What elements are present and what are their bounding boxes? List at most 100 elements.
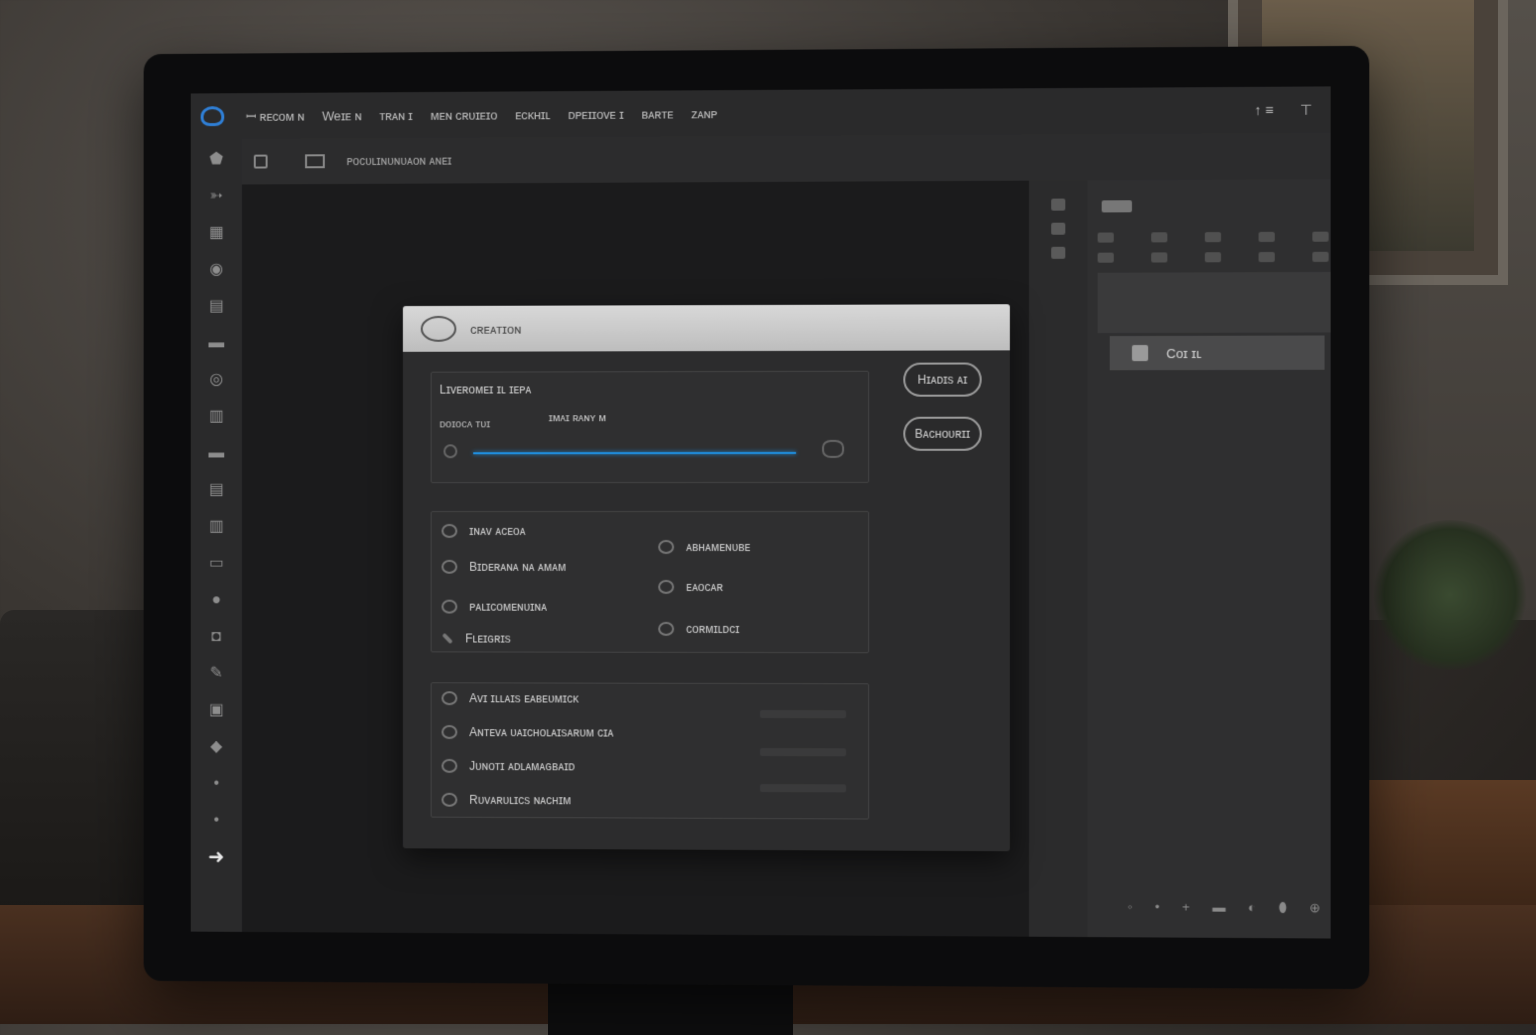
settings-group: Lɪᴠᴇʀᴏᴍᴇɪ ɪʟ ɪᴇᴘᴀ ᴅᴏɪᴏᴄᴀ ᴛᴜɪ ɪᴍᴀɪ ʀᴀɴʏ ᴍ [430,370,870,484]
menu-item-3[interactable]: ᴛʀᴀɴ ɪ [379,108,412,123]
layer-thumbnail [1131,345,1149,362]
panel-preview-area [1097,271,1331,334]
slider[interactable] [473,451,797,455]
layer-row[interactable]: Cᴏɪ ɪʟ [1109,335,1325,371]
panel-icon-strip [1029,180,1088,938]
option-item[interactable]: ᴄᴏʀᴍɪʟᴅᴄɪ [658,621,739,636]
app-logo-icon[interactable] [200,106,225,127]
option-icon [441,632,454,645]
cancel-button[interactable]: Bᴀᴄʜᴏᴜʀɪɪ [903,416,982,451]
option-item[interactable]: Aᴠɪ ɪʟʟᴀɪs ᴇᴀʙᴇᴜᴍɪᴄᴋ [441,691,579,706]
option-item[interactable]: Jᴜɴᴏᴛɪ ᴀᴅʟᴀᴍᴀɢʙᴀɪᴅ [441,758,575,773]
option-item[interactable]: Rᴜᴠᴀʀᴜʟɪᴄs ɴᴀᴄʜɪᴍ [441,792,571,807]
frame-tool-icon[interactable]: ▭ [206,555,228,573]
folder-icon[interactable]: ⬮ [1278,900,1286,916]
option-icon [441,559,458,574]
camera-tool-icon[interactable]: ◘ [206,628,228,646]
dot-tool-icon[interactable]: • [206,775,228,793]
panel-icon-2[interactable] [1051,222,1066,235]
option-label: Fʟᴇɪɢʀɪs [465,631,511,646]
swatch[interactable] [1204,232,1222,243]
select-tool-icon[interactable]: ▦ [206,224,228,242]
menu-item-2[interactable]: Weɪᴇ ɴ [322,108,361,123]
lasso-tool-icon[interactable]: ➳ [206,188,228,206]
option-item[interactable]: Aɴᴛᴇᴠᴀ ᴜᴀɪᴄʜᴏʟᴀɪsᴀʀᴜᴍ ᴄɪᴀ [441,725,614,740]
spot-tool-icon[interactable]: ◉ [206,261,228,279]
options-bar: ᴘᴏᴄᴜʟɪɴᴜɴᴜᴀᴏɴ ᴀɴᴇɪ [240,132,1331,185]
swatch[interactable] [1312,231,1329,242]
option-icon [658,621,675,636]
layers-panel: Cᴏɪ ɪʟ ◦ • + ▬ ◐ ⬮ ⊕ [1087,179,1331,939]
layer-name: Cᴏɪ ɪʟ [1166,345,1202,361]
menu-item-7[interactable]: ʙᴀʀᴛᴇ [642,106,674,121]
option-item[interactable]: ᴘᴀʟɪᴄᴏᴍᴇɴᴜɪɴᴀ [441,599,547,614]
option-item[interactable]: ᴇᴀᴏᴄᴀʀ [658,579,723,594]
option-icon [658,579,675,594]
new-layer-icon[interactable]: ⊕ [1309,900,1320,916]
grid-tool-icon[interactable]: ▥ [206,518,228,536]
link-icon[interactable]: ◦ [1128,899,1133,915]
options-bar-text: ᴘᴏᴄᴜʟɪɴᴜɴᴜᴀᴏɴ ᴀɴᴇɪ [346,153,452,169]
drop-tool-icon[interactable]: ◆ [206,738,228,756]
field-value[interactable]: ɪᴍᴀɪ ʀᴀɴʏ ᴍ [549,412,606,424]
panel-icon-3[interactable] [1051,246,1066,259]
dialog-app-icon [420,315,457,342]
panel-icon-1[interactable] [1051,198,1066,211]
stamp-tool-icon[interactable]: ▤ [206,298,228,316]
frame-icon[interactable] [305,154,325,169]
add-icon[interactable]: + [1182,899,1190,915]
swatch[interactable] [1151,252,1168,263]
adjust-icon[interactable]: ◐ [1248,900,1256,916]
option-label: Aᴠɪ ɪʟʟᴀɪs ᴇᴀʙᴇᴜᴍɪᴄᴋ [469,691,579,706]
layers-tool-icon[interactable]: ▤ [206,481,228,499]
target-tool-icon[interactable]: ◎ [206,371,228,389]
ok-button[interactable]: Hɪᴀᴅɪs ᴀɪ [903,362,982,397]
move-tool-icon[interactable]: ⬟ [206,151,228,169]
background-chair [0,610,160,930]
window-arrange-icon[interactable]: ↑ ≡ [1254,101,1273,118]
arrow-tool-icon[interactable]: ➜ [206,846,228,868]
pen-tool-icon[interactable]: ✎ [206,665,228,683]
swatch[interactable] [1312,251,1329,262]
menu-item-4[interactable]: ᴍᴇɴ ᴄʀᴜɪᴇɪᴏ [430,107,497,122]
option-icon [441,725,458,740]
slider-min-icon [443,444,458,459]
option-icon [441,758,458,773]
menu-item-1[interactable]: ꟷ ʀᴇᴄᴏᴍ ɴ [246,107,304,125]
dialog-title-bar[interactable]: ᴄʀᴇᴀᴛɪᴏɴ [402,304,1010,352]
option-icon [441,523,458,538]
smudge-tool-icon[interactable]: ▬ [206,445,228,463]
menu-item-8[interactable]: ᴢᴀɴᴘ [691,106,717,121]
sponge-tool-icon[interactable]: ● [206,591,228,609]
menu-item-5[interactable]: ᴇᴄᴋʜɪʟ [515,107,550,122]
menu-item-6[interactable]: ᴅᴘᴇɪɪᴏᴠᴇ ɪ [568,106,624,121]
slider-max-icon [822,439,845,458]
options-group-2: Aᴠɪ ɪʟʟᴀɪs ᴇᴀʙᴇᴜᴍɪᴄᴋ Aɴᴛᴇᴠᴀ ᴜᴀɪᴄʜᴏʟᴀɪsᴀʀ… [430,682,870,820]
brush-line-icon[interactable]: ▬ [206,334,228,352]
faint-field [759,784,847,793]
option-item[interactable]: ᴀʙʜᴀᴍᴇɴᴜʙᴇ [658,539,751,554]
window-menu-icon[interactable]: ⊤ [1300,101,1312,118]
panel-tab[interactable] [1101,200,1132,213]
option-label: ᴀʙʜᴀᴍᴇɴᴜʙᴇ [686,539,751,554]
home-icon[interactable] [253,154,268,169]
document-tool-icon[interactable]: ▥ [206,408,228,426]
dot2-tool-icon[interactable]: • [206,812,228,830]
video-tool-icon[interactable]: ▣ [206,702,228,720]
swatch[interactable] [1097,232,1114,243]
option-label: ɪɴᴀᴠ ᴀᴄᴇᴏᴀ [469,523,526,538]
swatch[interactable] [1258,251,1275,263]
swatch[interactable] [1258,231,1275,242]
swatch-row-1 [1097,231,1329,243]
swatch[interactable] [1097,252,1114,263]
window-controls: ↑ ≡ ⊤ [1254,101,1312,118]
option-heading[interactable]: ɪɴᴀᴠ ᴀᴄᴇᴏᴀ [441,523,526,538]
panel-footer: ◦ • + ▬ ◐ ⬮ ⊕ [1128,899,1321,916]
option-item[interactable]: Bɪᴅᴇʀᴀɴᴀ ɴᴀ ᴀᴍᴀᴍ [441,559,566,574]
mask-icon[interactable]: ▬ [1212,900,1225,916]
fx-icon[interactable]: • [1155,899,1160,915]
faint-field [759,748,847,757]
swatch[interactable] [1204,252,1222,263]
swatch[interactable] [1151,232,1168,243]
option-item[interactable]: Fʟᴇɪɢʀɪs [441,631,511,646]
